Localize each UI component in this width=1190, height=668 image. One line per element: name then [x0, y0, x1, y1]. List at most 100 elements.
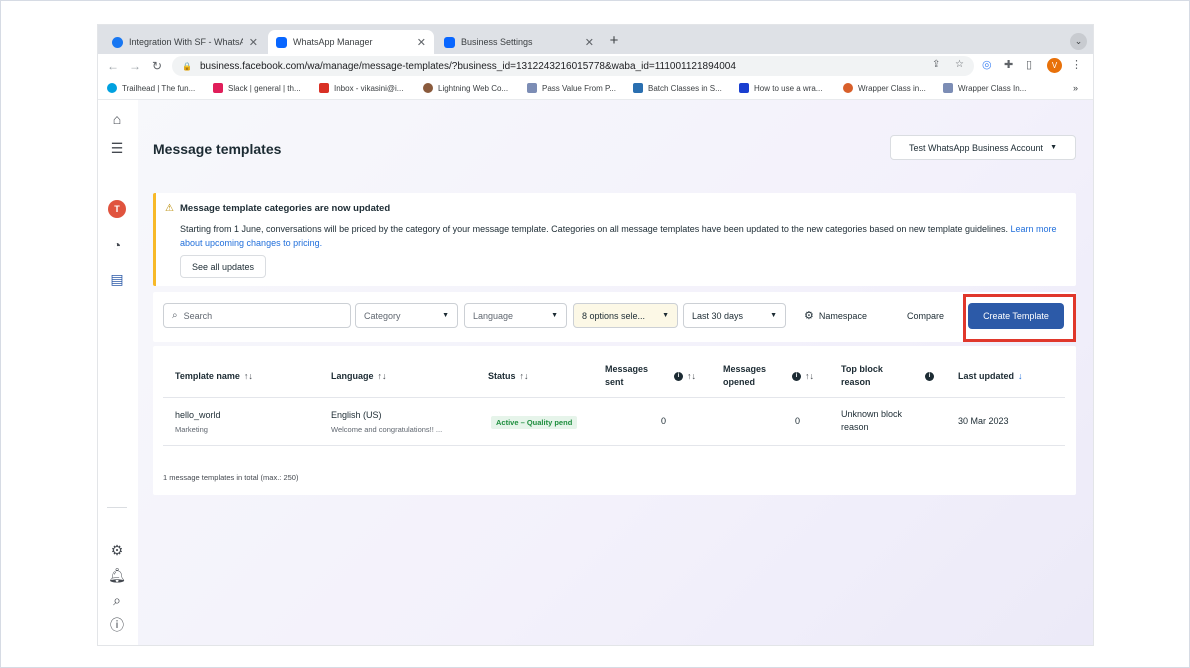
- extension-icon[interactable]: ◎: [982, 58, 992, 71]
- create-template-button[interactable]: Create Template: [968, 303, 1064, 329]
- categories-update-banner: ⚠ Message template categories are now up…: [153, 193, 1076, 286]
- panel-toggle-icon[interactable]: ◫: [108, 641, 126, 645]
- account-label: Test WhatsApp Business Account: [908, 142, 1044, 153]
- compare-button[interactable]: Compare: [892, 303, 959, 328]
- settings-gear-icon[interactable]: ⚙: [108, 541, 126, 559]
- help-icon[interactable]: ⓘ: [108, 616, 126, 634]
- close-icon[interactable]: ✕: [417, 36, 426, 49]
- template-name[interactable]: hello_world: [175, 409, 221, 422]
- bookmark-item[interactable]: Wrapper Class in...: [843, 83, 926, 93]
- slack-icon: [213, 83, 223, 93]
- search-input[interactable]: ⌕ Search: [163, 303, 351, 328]
- namespace-button[interactable]: ⚙ Namespace: [791, 303, 880, 328]
- banner-title: Message template categories are now upda…: [180, 203, 391, 214]
- status-dropdown[interactable]: 8 options sele... ▼: [573, 303, 678, 328]
- header-label: Status: [488, 371, 516, 381]
- bookmark-item[interactable]: Trailhead | The fun...: [107, 83, 195, 93]
- tab-search-button[interactable]: ⌄: [1070, 33, 1087, 50]
- forward-icon[interactable]: →: [124, 59, 146, 73]
- business-avatar[interactable]: T: [108, 200, 126, 218]
- share-icon[interactable]: ⇪: [932, 59, 940, 70]
- person-icon: [423, 83, 433, 93]
- bookmark-item[interactable]: Lightning Web Co...: [423, 83, 508, 93]
- templates-table: Template name ↑↓ Language ↑↓ Status ↑↓ Mess…: [153, 346, 1076, 495]
- site-icon: [843, 83, 853, 93]
- caret-down-icon: ▼: [1050, 144, 1057, 151]
- bookmark-item[interactable]: Pass Value From P...: [527, 83, 616, 93]
- address-bar[interactable]: 🔒 business.facebook.com/wa/manage/messag…: [172, 56, 974, 76]
- tab-integration[interactable]: Integration With SF - WhatsApp ✕: [104, 30, 266, 54]
- notification-bell-icon[interactable]: 🔔︎: [108, 566, 126, 584]
- browser-window: Integration With SF - WhatsApp ✕ WhatsAp…: [98, 25, 1093, 645]
- category-dropdown[interactable]: Category ▼: [355, 303, 458, 328]
- profile-avatar[interactable]: V: [1047, 58, 1062, 73]
- caret-down-icon: ▼: [442, 312, 449, 319]
- caret-down-icon: ▼: [770, 312, 777, 319]
- column-header-top-block-reason: Top block reason: [841, 363, 883, 389]
- site-icon: [739, 83, 749, 93]
- close-icon[interactable]: ✕: [585, 36, 594, 49]
- info-icon: i: [792, 372, 801, 382]
- tab-label: Integration With SF - WhatsApp: [129, 37, 243, 47]
- template-category: Marketing: [175, 425, 208, 434]
- warning-icon: ⚠: [165, 203, 174, 214]
- sidepanel-icon[interactable]: ▯: [1026, 58, 1032, 71]
- info-icon: i: [674, 372, 683, 382]
- column-header-messages-sent[interactable]: Messages sent: [605, 363, 648, 389]
- status-label: 8 options sele...: [582, 310, 646, 321]
- column-header-messages-opened[interactable]: Messages opened: [723, 363, 766, 389]
- whatsapp-manager-app: ⌂ ☰ T ◔ ▤ ⚙ 🔔︎ ⌕ ⓘ ◫ Message templates T…: [98, 100, 1093, 645]
- account-selector[interactable]: Test WhatsApp Business Account ▼: [890, 135, 1076, 160]
- date-range-dropdown[interactable]: Last 30 days ▼: [683, 303, 786, 328]
- lock-icon: 🔒: [182, 61, 192, 71]
- see-all-updates-button[interactable]: See all updates: [180, 255, 267, 278]
- header-divider: [163, 397, 1065, 398]
- cloud-icon: [107, 83, 117, 93]
- bookmark-label: How to use a wra...: [754, 83, 823, 93]
- language-dropdown[interactable]: Language ▼: [464, 303, 567, 328]
- sort-descending-icon: ↓: [1018, 371, 1023, 381]
- column-header-last-updated[interactable]: Last updated ↓: [958, 370, 1023, 383]
- url-text: business.facebook.com/wa/manage/message-…: [199, 60, 736, 72]
- sort-icon: ↑↓: [687, 371, 696, 381]
- bookmark-item[interactable]: How to use a wra...: [739, 83, 822, 93]
- hamburger-menu-icon[interactable]: ☰: [108, 139, 126, 157]
- rail-divider: [107, 507, 127, 508]
- templates-total-count: 1 message templates in total (max.: 250): [163, 473, 299, 482]
- bookmark-item[interactable]: Batch Classes in S...: [633, 83, 722, 93]
- banner-body: Starting from 1 June, conversations will…: [180, 222, 1070, 250]
- bookmark-label: Pass Value From P...: [542, 83, 616, 93]
- briefcase-icon[interactable]: ▤: [108, 270, 126, 288]
- category-label: Category: [364, 310, 401, 321]
- bookmark-item[interactable]: Slack | general | th...: [213, 83, 301, 93]
- banner-text: Starting from 1 June, conversations will…: [180, 224, 1008, 234]
- reason-info-icon[interactable]: i: [925, 370, 934, 383]
- bookmark-item[interactable]: Inbox - vikasini@i...: [319, 83, 403, 93]
- browser-toolbar: ← → ↻ 🔒 business.facebook.com/wa/manage/…: [98, 54, 1093, 78]
- back-icon[interactable]: ←: [102, 59, 124, 73]
- column-header-language[interactable]: Language ↑↓: [331, 370, 387, 383]
- reload-icon[interactable]: ↻: [146, 59, 168, 73]
- sort-icon: ↑↓: [243, 371, 253, 381]
- home-icon[interactable]: ⌂: [108, 110, 126, 128]
- column-header-status[interactable]: Status ↑↓: [488, 370, 529, 383]
- sort-icon: ↑↓: [377, 371, 387, 381]
- more-bookmarks-icon[interactable]: »: [1073, 83, 1078, 93]
- tab-whatsapp-manager[interactable]: WhatsApp Manager ✕: [268, 30, 434, 54]
- search-icon[interactable]: ⌕: [108, 591, 126, 609]
- menu-icon[interactable]: ⋮: [1071, 58, 1082, 71]
- header-label: Messages: [605, 364, 649, 374]
- bookmark-item[interactable]: Wrapper Class In...: [943, 83, 1026, 93]
- puzzle-icon[interactable]: ✚: [1004, 58, 1013, 71]
- star-icon[interactable]: ☆: [955, 59, 964, 70]
- new-tab-button[interactable]: +: [605, 32, 623, 50]
- opened-info-and-sort[interactable]: i ↑↓: [792, 370, 814, 383]
- status-badge: Active – Quality pend: [491, 416, 578, 429]
- tab-business-settings[interactable]: Business Settings ✕: [436, 30, 602, 54]
- close-icon[interactable]: ✕: [249, 36, 258, 49]
- dashboard-gauge-icon[interactable]: ◔: [108, 236, 126, 254]
- sent-info-and-sort[interactable]: i ↑↓: [674, 370, 696, 383]
- tab-strip: Integration With SF - WhatsApp ✕ WhatsAp…: [98, 25, 1093, 54]
- column-header-template-name[interactable]: Template name ↑↓: [175, 370, 253, 383]
- header-label: sent: [605, 377, 624, 387]
